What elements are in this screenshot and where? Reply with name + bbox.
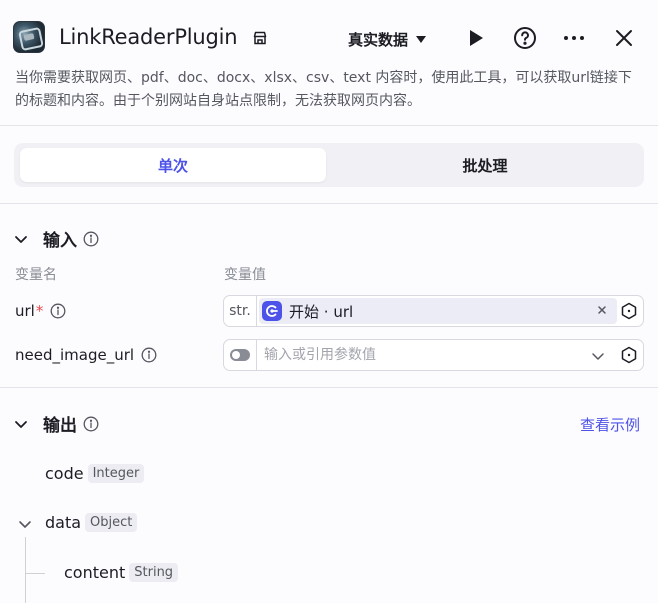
divider	[0, 203, 658, 204]
input-section-header[interactable]: 输入	[14, 226, 99, 251]
param-url-field[interactable]: str. 开始 · url	[223, 295, 644, 327]
store-icon[interactable]	[252, 30, 268, 46]
more-icon	[564, 36, 584, 40]
type-badge: str.	[224, 296, 257, 326]
close-icon	[616, 30, 632, 46]
param-value-input[interactable]	[264, 340, 584, 370]
output-section-header[interactable]: 输出	[14, 411, 99, 436]
output-field-type: String	[129, 563, 179, 582]
tree-connector	[25, 573, 45, 574]
input-section-title: 输入	[43, 231, 77, 251]
plugin-description: 当你需要获取网页、pdf、doc、docx、xlsx、csv、text 内容时，…	[15, 70, 632, 109]
plugin-title: LinkReaderPlugin	[59, 25, 238, 49]
caret-down-icon	[416, 35, 427, 43]
variable-settings-icon[interactable]	[620, 302, 638, 320]
variable-ref-text: 开始 · url	[289, 302, 354, 321]
output-field-type: Integer	[87, 464, 145, 483]
output-section-title: 输出	[43, 416, 77, 436]
tree-connector	[25, 537, 26, 603]
data-mode-label: 真实数据	[348, 30, 409, 49]
play-icon	[470, 30, 483, 46]
column-label-value: 变量值	[224, 267, 266, 283]
clear-icon[interactable]	[595, 303, 609, 317]
data-mode-select[interactable]: 真实数据	[348, 27, 427, 51]
chevron-down-icon[interactable]	[18, 517, 32, 531]
output-field-type: Object	[85, 513, 138, 532]
more-button[interactable]	[560, 24, 588, 52]
close-button[interactable]	[610, 24, 638, 52]
output-field-name: data	[45, 513, 82, 532]
variable-ref-icon	[262, 301, 282, 321]
param-need-image-url-field[interactable]	[223, 339, 644, 371]
variable-ref-tag[interactable]: 开始 · url	[259, 298, 617, 324]
plugin-logo	[13, 21, 45, 53]
tab-batch[interactable]: 批处理	[332, 148, 638, 182]
chevron-down-icon[interactable]	[591, 349, 605, 363]
input-mode-toggle[interactable]	[224, 340, 257, 370]
help-icon	[514, 27, 536, 49]
chevron-down-icon[interactable]	[14, 232, 28, 246]
toggle-icon	[230, 349, 250, 361]
required-mark: *	[35, 302, 44, 320]
output-field-content: content String	[64, 563, 179, 582]
output-field-code: code Integer	[45, 464, 145, 483]
param-url-label: url *	[15, 302, 66, 320]
variable-settings-icon[interactable]	[620, 346, 638, 364]
param-need-image-url-label: need_image_url	[15, 346, 157, 364]
tab-single[interactable]: 单次	[20, 148, 326, 182]
output-field-name: code	[45, 464, 84, 483]
output-field-data: data Object	[45, 513, 138, 532]
run-mode-tabs: 单次 批处理	[14, 143, 644, 187]
help-button[interactable]	[511, 24, 539, 52]
info-icon[interactable]	[141, 347, 157, 363]
info-icon[interactable]	[83, 231, 99, 247]
param-name: url	[15, 302, 35, 320]
output-field-name: content	[64, 563, 126, 582]
info-icon[interactable]	[50, 303, 66, 319]
view-example-link[interactable]: 查看示例	[580, 414, 640, 435]
info-icon[interactable]	[83, 416, 99, 432]
divider	[0, 387, 658, 388]
param-name: need_image_url	[15, 346, 135, 364]
column-label-name: 变量名	[15, 267, 57, 283]
node-panel-header: LinkReaderPlugin 真实数据 当你需要获取网页、pdf、doc、d…	[0, 0, 658, 126]
run-button[interactable]	[462, 24, 490, 52]
chevron-down-icon[interactable]	[14, 417, 28, 431]
